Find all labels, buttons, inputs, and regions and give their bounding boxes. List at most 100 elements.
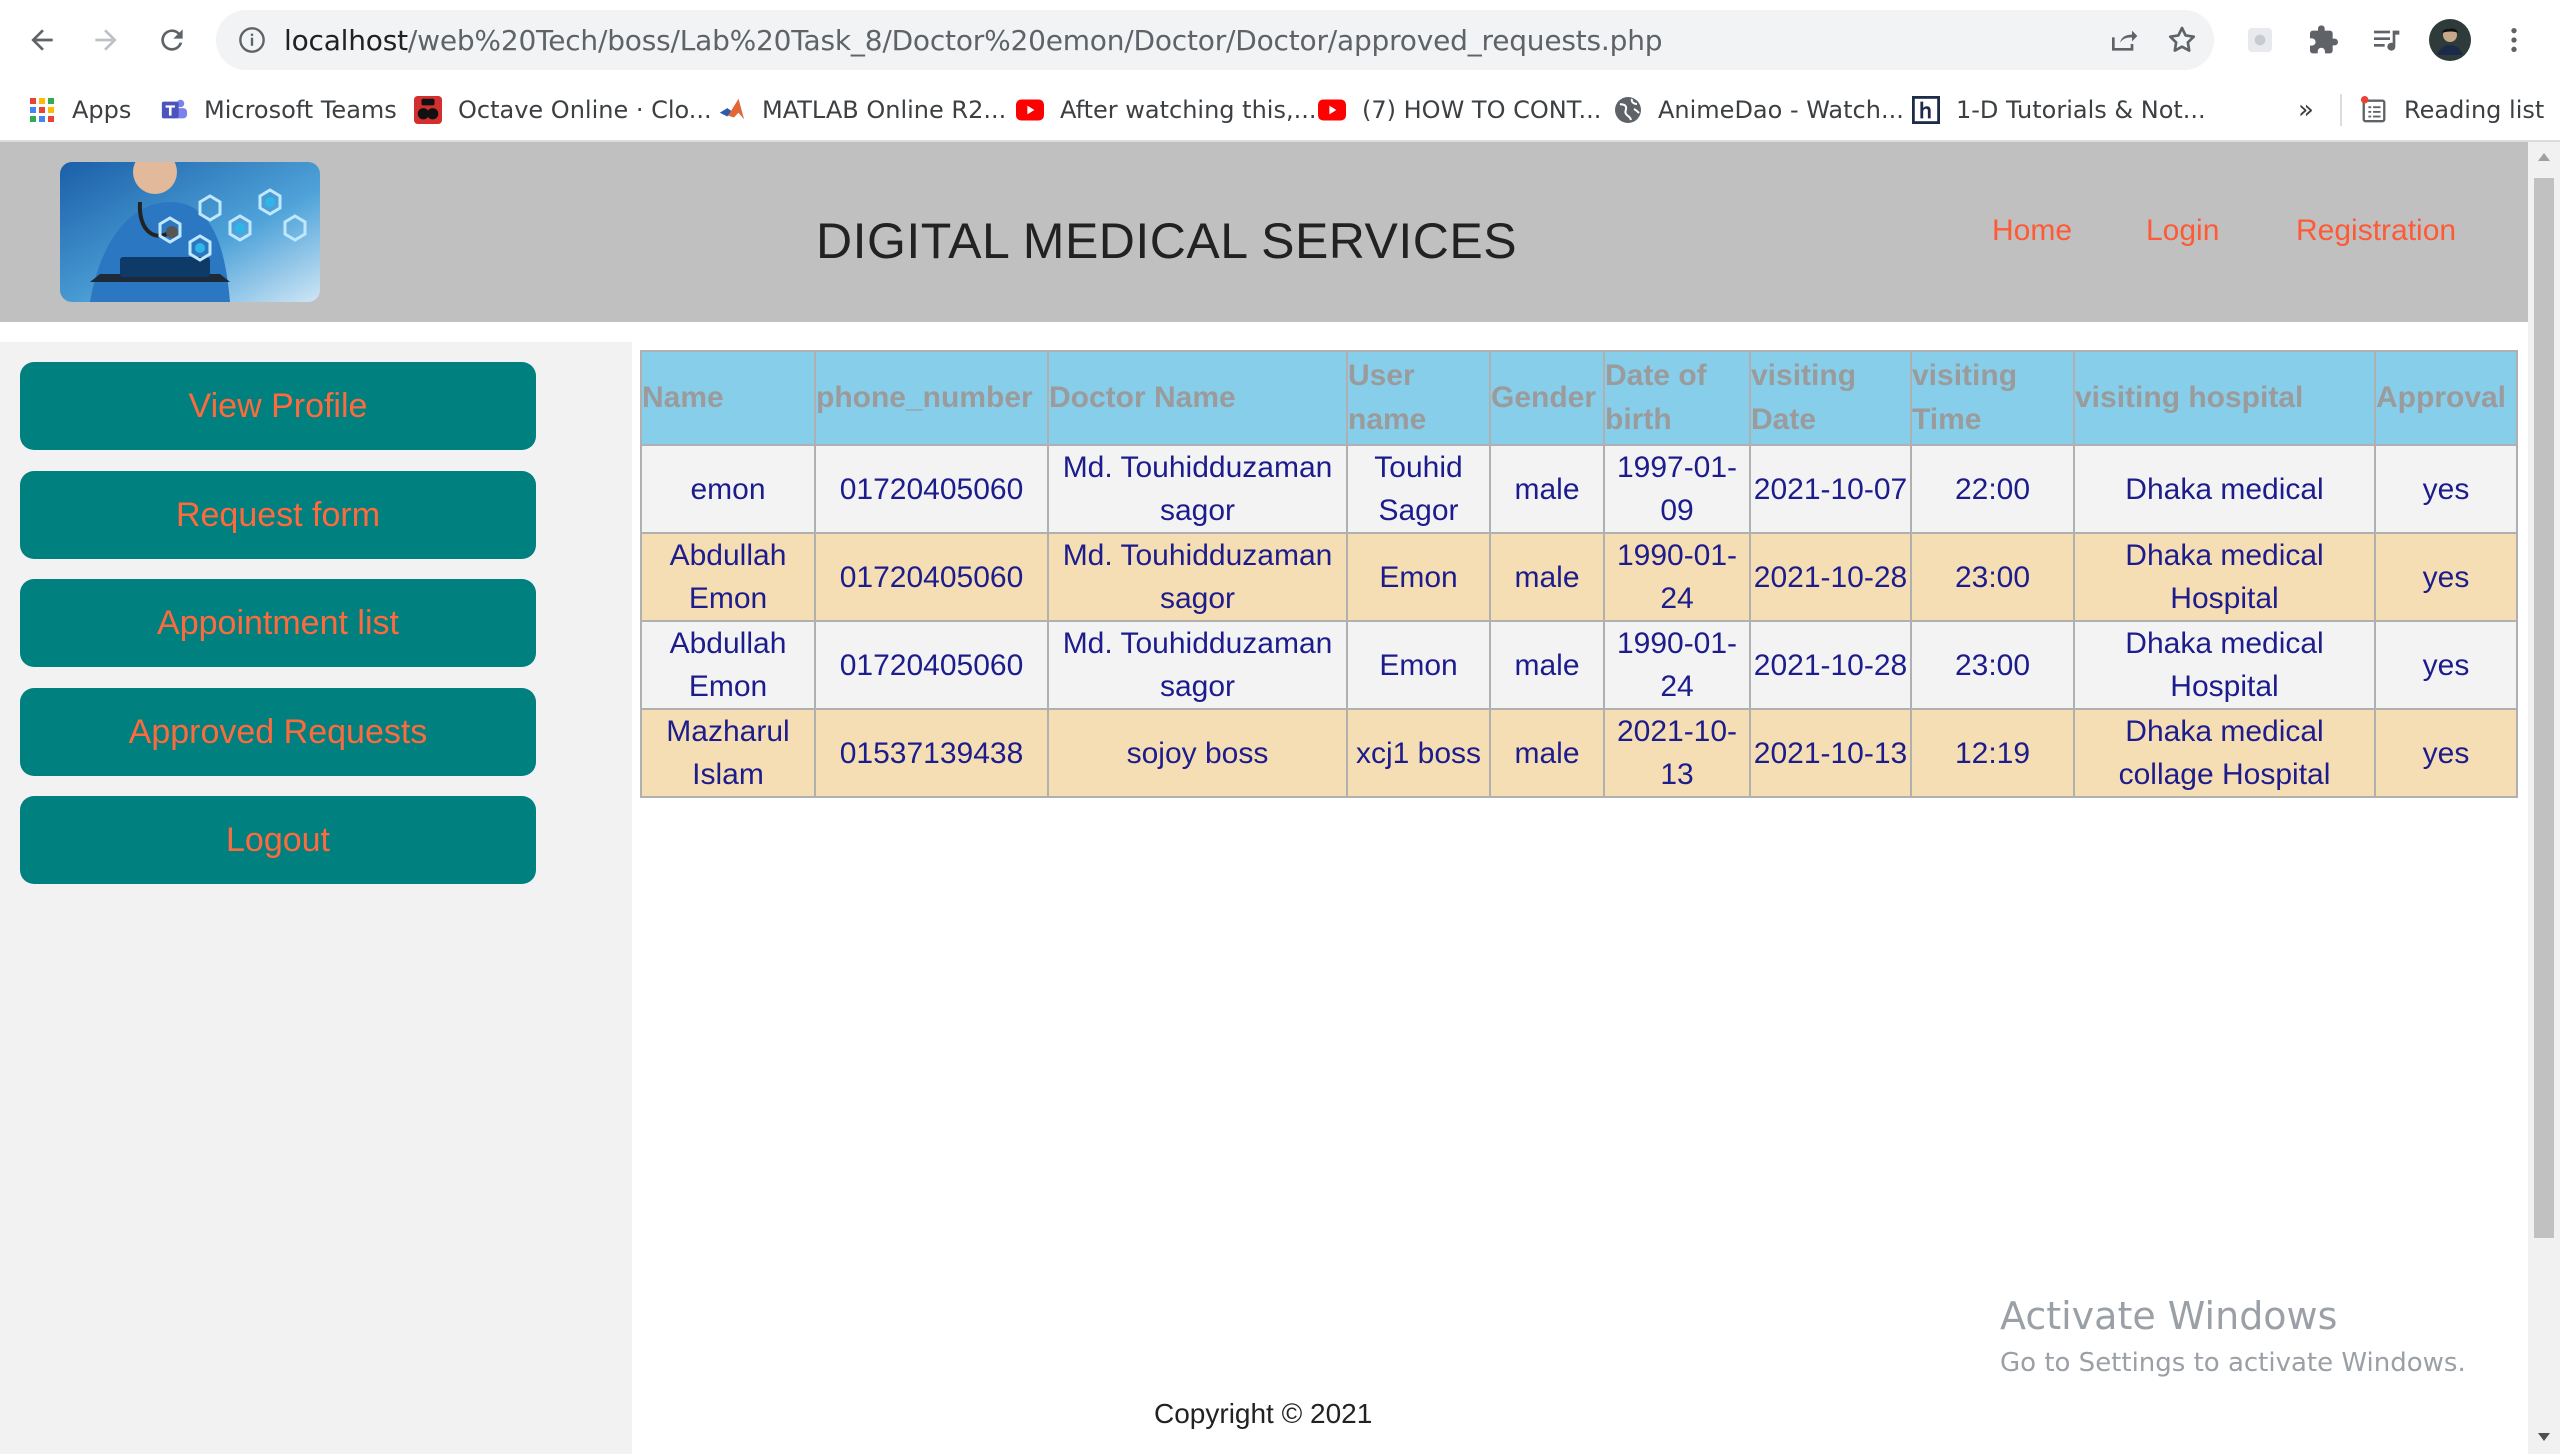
bookmark-how-to-cont[interactable]: (7) HOW TO CONT... (1318, 88, 1601, 132)
bookmark-1d-tutorials[interactable]: 1-D Tutorials & Not... (1912, 88, 2206, 132)
table-cell: Dhaka medical Hospital (2073, 620, 2376, 710)
column-header: visiting Time (1910, 350, 2075, 446)
table-cell: Emon (1346, 620, 1491, 710)
table-cell: Touhid Sagor (1346, 444, 1491, 534)
approved-requests-button[interactable]: Approved Requests (20, 688, 536, 776)
extensions-icon[interactable] (2302, 18, 2346, 62)
table-row: Abdullah Emon 01720405060 Md. Touhidduza… (640, 620, 2518, 710)
share-icon[interactable] (2108, 24, 2140, 56)
bookmark-matlab-online[interactable]: MATLAB Online R2... (718, 88, 1006, 132)
table-cell: Mazharul Islam (640, 708, 816, 798)
column-header: Date of birth (1603, 350, 1751, 446)
extension-puzzle-gray-icon[interactable] (2238, 18, 2282, 62)
table-row: Mazharul Islam 01537139438 sojoy boss xc… (640, 708, 2518, 798)
browser-menu-button[interactable] (2492, 18, 2536, 62)
reading-list-button[interactable]: Reading list (2360, 88, 2544, 132)
nav-home-link[interactable]: Home (1992, 214, 2072, 248)
logout-button[interactable]: Logout (20, 796, 536, 884)
table-cell: 2021-10-28 (1749, 532, 1912, 622)
approved-requests-table-wrap: Name phone_number Doctor Name User name … (640, 350, 2518, 798)
site-header: DIGITAL MEDICAL SERVICES Home Login Regi… (0, 142, 2528, 322)
url-path: /web%20Tech/boss/Lab%20Task_8/Doctor%20e… (407, 24, 1663, 57)
page-scrollbar[interactable] (2528, 142, 2560, 1454)
bookmarks-bar: Apps Microsoft Teams Octave Online · Clo… (0, 80, 2560, 142)
bookmark-label: Apps (72, 96, 132, 124)
appointment-list-button[interactable]: Appointment list (20, 579, 536, 667)
table-cell: emon (640, 444, 816, 534)
request-form-button[interactable]: Request form (20, 471, 536, 559)
bookmark-octave-online[interactable]: Octave Online · Clo... (414, 88, 712, 132)
column-header: Approval (2374, 350, 2518, 446)
table-cell: 1990-01-24 (1603, 532, 1751, 622)
reload-icon (161, 29, 183, 51)
bookmark-label: AnimeDao - Watch... (1658, 96, 1904, 124)
web-page: DIGITAL MEDICAL SERVICES Home Login Regi… (0, 142, 2528, 1454)
table-cell: 2021-10-07 (1749, 444, 1912, 534)
table-cell: sojoy boss (1047, 708, 1348, 798)
more-vert-icon (2511, 28, 2517, 52)
table-cell: Md. Touhidduzaman sagor (1047, 444, 1348, 534)
matlab-icon (718, 96, 746, 124)
table-cell: Md. Touhidduzaman sagor (1047, 532, 1348, 622)
table-cell: Md. Touhidduzaman sagor (1047, 620, 1348, 710)
url-text[interactable]: localhost/web%20Tech/boss/Lab%20Task_8/D… (284, 24, 1663, 57)
bookmark-animedao[interactable]: AnimeDao - Watch... (1614, 88, 1904, 132)
url-host: localhost (284, 24, 408, 57)
table-cell: yes (2374, 444, 2518, 534)
profile-avatar[interactable] (2428, 18, 2472, 62)
column-header: Doctor Name (1047, 350, 1348, 446)
scroll-down-arrow-icon[interactable] (2536, 1430, 2552, 1444)
nav-registration-link[interactable]: Registration (2296, 214, 2456, 248)
bookmark-star-icon[interactable] (2166, 24, 2198, 56)
address-bar[interactable]: localhost/web%20Tech/boss/Lab%20Task_8/D… (216, 10, 2214, 70)
back-button[interactable] (18, 16, 66, 64)
table-cell: 1997-01-09 (1603, 444, 1751, 534)
column-header: User name (1346, 350, 1491, 446)
bookmark-label: 1-D Tutorials & Not... (1956, 96, 2206, 124)
table-cell: Dhaka medical Hospital (2073, 532, 2376, 622)
table-cell: male (1489, 532, 1605, 622)
table-cell: male (1489, 444, 1605, 534)
column-header: Gender (1489, 350, 1605, 446)
view-profile-button[interactable]: View Profile (20, 362, 536, 450)
octave-icon (414, 96, 442, 124)
table-cell: 01720405060 (814, 532, 1049, 622)
table-cell: male (1489, 620, 1605, 710)
site-title: DIGITAL MEDICAL SERVICES (816, 213, 1518, 269)
bookmark-label: MATLAB Online R2... (762, 96, 1007, 124)
table-row: emon 01720405060 Md. Touhidduzaman sagor… (640, 444, 2518, 534)
table-cell: Dhaka medical (2073, 444, 2376, 534)
table-cell: xcj1 boss (1346, 708, 1491, 798)
forward-arrow-icon (95, 29, 117, 51)
activate-windows-watermark: Activate Windows Go to Settings to activ… (2000, 1294, 2466, 1378)
h-icon (1912, 96, 1940, 124)
watermark-subtitle: Go to Settings to activate Windows. (2000, 1348, 2466, 1378)
table-cell: yes (2374, 620, 2518, 710)
forward-button[interactable] (82, 16, 130, 64)
table-cell: 2021-10-13 (1603, 708, 1751, 798)
bookmark-apps[interactable]: Apps (28, 88, 131, 132)
table-cell: 1990-01-24 (1603, 620, 1751, 710)
bookmark-after-watching[interactable]: After watching this,... (1016, 88, 1316, 132)
table-cell: 23:00 (1910, 620, 2075, 710)
media-queue-icon[interactable] (2364, 18, 2408, 62)
scroll-up-arrow-icon[interactable] (2536, 150, 2552, 164)
site-info-icon[interactable] (238, 26, 266, 54)
column-header: Name (640, 350, 816, 446)
reload-button[interactable] (148, 16, 196, 64)
scrollbar-thumb[interactable] (2534, 178, 2554, 1238)
table-cell: 01720405060 (814, 620, 1049, 710)
table-row: Abdullah Emon 01720405060 Md. Touhidduza… (640, 532, 2518, 622)
copyright-text: Copyright © 2021 (1154, 1398, 1373, 1429)
bookmarks-divider (2340, 94, 2342, 126)
sidebar: View Profile Request form Appointment li… (0, 342, 632, 1454)
table-cell: 2021-10-28 (1749, 620, 1912, 710)
nav-login-link[interactable]: Login (2146, 214, 2219, 248)
table-cell: 2021-10-13 (1749, 708, 1912, 798)
table-cell: Emon (1346, 532, 1491, 622)
youtube-icon (1016, 96, 1044, 124)
table-cell: yes (2374, 532, 2518, 622)
bookmark-microsoft-teams[interactable]: Microsoft Teams (160, 88, 397, 132)
table-cell: Dhaka medical collage Hospital (2073, 708, 2376, 798)
bookmarks-overflow-button[interactable]: » (2298, 88, 2314, 132)
